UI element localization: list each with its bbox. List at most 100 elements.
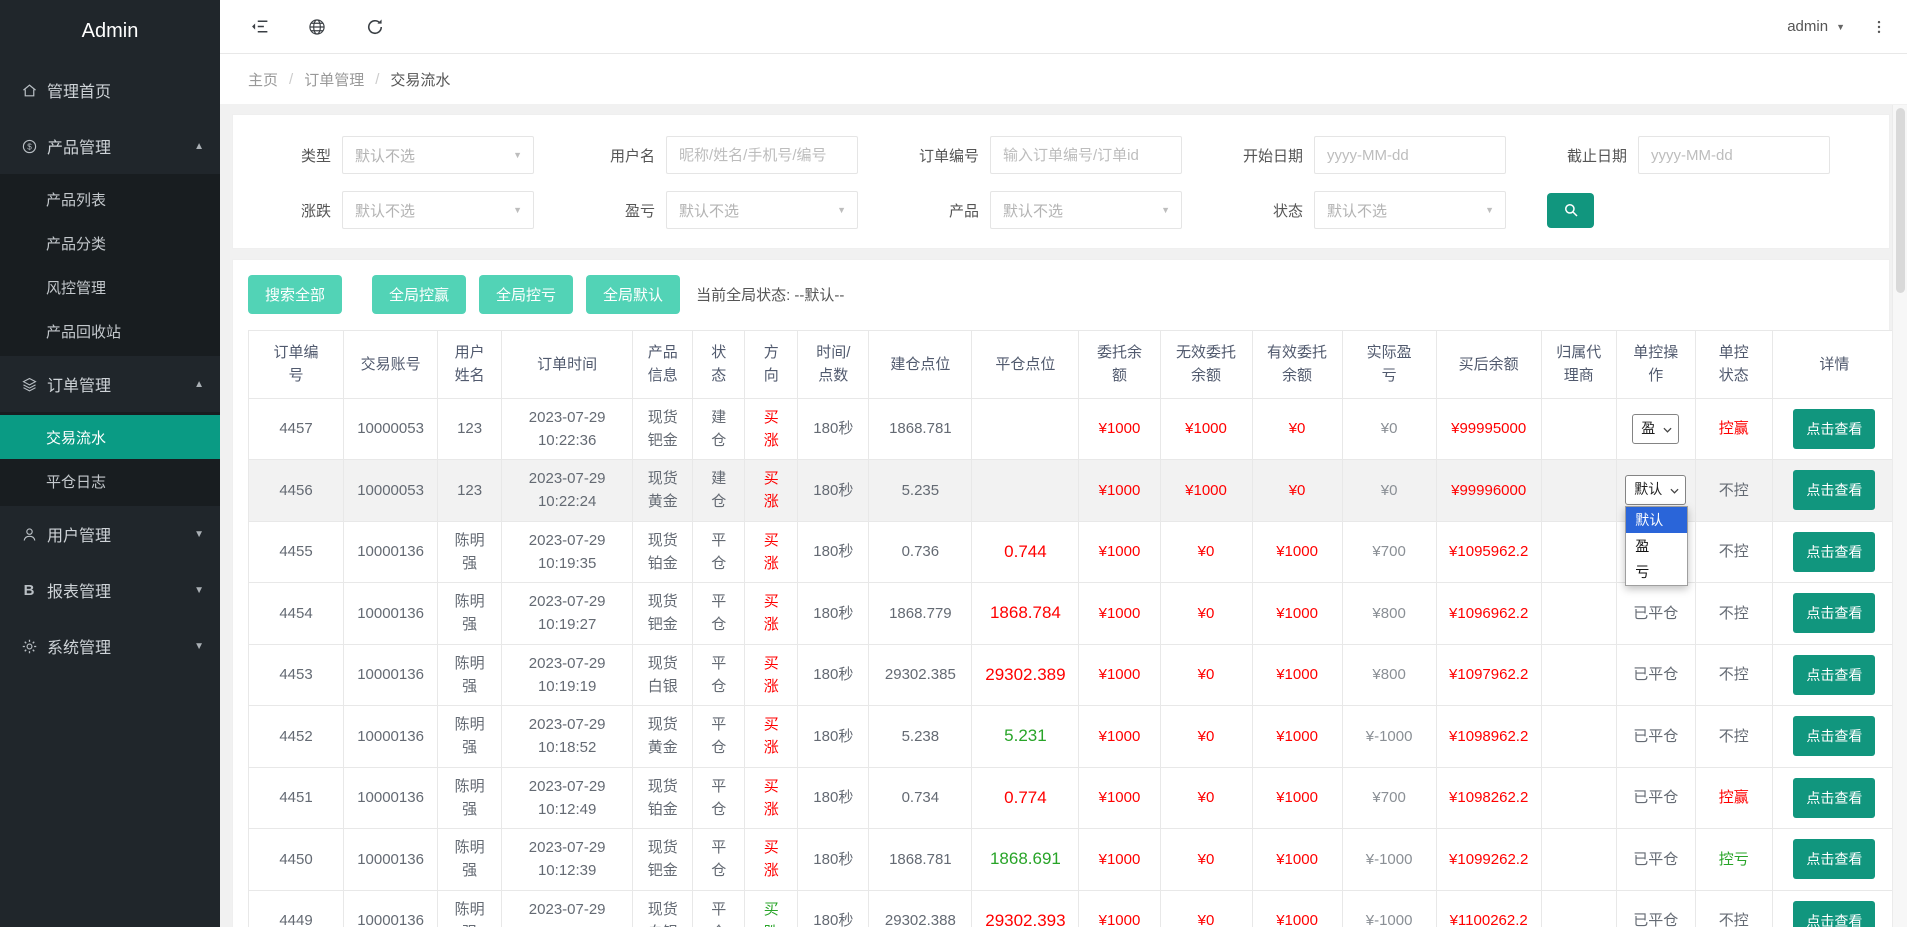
svg-text:$: $	[27, 142, 32, 151]
filter-input-order-no[interactable]	[990, 136, 1182, 174]
cell-user-name: 陈明强	[438, 644, 502, 706]
cell-text: 10000136	[357, 851, 424, 868]
cell-text: ¥0	[1289, 482, 1306, 499]
filter-input-start-date[interactable]	[1314, 136, 1506, 174]
collapse-sidebar-icon[interactable]	[248, 16, 270, 38]
cell-after-balance: ¥1097962.2	[1436, 644, 1541, 706]
cell-order-id: 4451	[249, 767, 344, 829]
detail-button[interactable]: 点击查看	[1793, 901, 1875, 927]
detail-button[interactable]: 点击查看	[1793, 778, 1875, 818]
cell-detail: 点击查看	[1772, 644, 1896, 706]
scrollbar-thumb[interactable]	[1896, 108, 1905, 293]
cell-text: 4456	[279, 482, 312, 499]
detail-button[interactable]: 点击查看	[1793, 839, 1875, 879]
cell-open-point: 29302.388	[869, 890, 972, 927]
cell-text: 陈明强	[454, 713, 486, 760]
dropdown-option[interactable]: 默认	[1626, 507, 1687, 533]
filter-select-profit-loss[interactable]: 默认不选▼	[666, 191, 858, 229]
search-button[interactable]	[1547, 193, 1594, 228]
cell-text: 29302.389	[985, 665, 1065, 684]
global-win-button[interactable]: 全局控赢	[372, 275, 466, 314]
cell-status: 平仓	[693, 644, 745, 706]
cell-text: ¥0	[1198, 728, 1215, 745]
sidebar-item-reports[interactable]: B报表管理▼	[0, 562, 220, 618]
breadcrumb-item[interactable]: 主页	[248, 69, 278, 90]
detail-button[interactable]: 点击查看	[1793, 532, 1875, 572]
filter-select-status[interactable]: 默认不选▼	[1314, 191, 1506, 229]
cell-text: 180秒	[813, 666, 853, 683]
more-options-icon[interactable]	[1869, 17, 1889, 37]
dropdown-option[interactable]: 亏	[1626, 559, 1687, 585]
sidebar-subitem[interactable]: 风控管理	[0, 265, 220, 309]
cell-status: 平仓	[693, 890, 745, 927]
chevron-down-icon: ▼	[513, 150, 522, 160]
sidebar-item-home[interactable]: 管理首页	[0, 62, 220, 118]
filter-input-end-date[interactable]	[1638, 136, 1830, 174]
cell-text: ¥1099262.2	[1449, 851, 1528, 868]
topbar-right: admin ▼	[1787, 17, 1889, 37]
control-select[interactable]: 盈	[1632, 414, 1679, 444]
cell-close-point: 0.774	[972, 767, 1079, 829]
detail-button[interactable]: 点击查看	[1793, 655, 1875, 695]
cell-close-point: 1868.691	[972, 829, 1079, 891]
cell-direction: 买涨	[745, 583, 798, 645]
cell-text: 1868.781	[889, 851, 952, 868]
cell-control-status: 不控	[1695, 583, 1772, 645]
sidebar-subitem[interactable]: 交易流水	[0, 415, 220, 459]
orders-panel: 搜索全部全局控赢全局控亏全局默认当前全局状态: --默认-- 订单编号交易账号用…	[232, 259, 1890, 927]
dropdown-option[interactable]: 盈	[1626, 533, 1687, 559]
cell-detail: 点击查看	[1772, 583, 1896, 645]
sidebar-item-system[interactable]: 系统管理▼	[0, 618, 220, 674]
global-default-button[interactable]: 全局默认	[586, 275, 680, 314]
cell-order-id: 4456	[249, 460, 344, 522]
cell-control-status: 不控	[1695, 460, 1772, 522]
sidebar-submenu-orders: 交易流水平仓日志	[0, 412, 220, 506]
filter-item-type: 类型默认不选▼	[251, 136, 575, 174]
detail-button[interactable]: 点击查看	[1793, 716, 1875, 756]
cell-valid-entrust: ¥1000	[1252, 644, 1342, 706]
filter-select-updown[interactable]: 默认不选▼	[342, 191, 534, 229]
sidebar-subitem[interactable]: 平仓日志	[0, 459, 220, 503]
detail-button[interactable]: 点击查看	[1793, 470, 1875, 510]
cell-text: 180秒	[813, 482, 853, 499]
cell-text: 现货钯金	[647, 406, 679, 453]
cell-text: 建仓	[710, 406, 727, 453]
sidebar-item-products[interactable]: $产品管理▲	[0, 118, 220, 174]
cell-control-op: 已平仓	[1616, 706, 1695, 768]
cell-product: 现货钯金	[633, 583, 693, 645]
main-area: admin ▼ 主页/订单管理/交易流水 类型默认不选▼用户名订单编号开始日期截…	[220, 0, 1907, 927]
cell-text: 买涨	[763, 467, 780, 514]
filter-input-username[interactable]	[666, 136, 858, 174]
detail-button[interactable]: 点击查看	[1793, 409, 1875, 449]
cell-text: 2023-07-29 10:19:27	[529, 593, 606, 633]
column-header: 无效委托余额	[1160, 331, 1252, 399]
sidebar-item-orders[interactable]: 订单管理▲	[0, 356, 220, 412]
breadcrumb-item[interactable]: 订单管理	[304, 69, 364, 90]
sidebar-subitem[interactable]: 产品分类	[0, 221, 220, 265]
chevron-down-icon	[1663, 418, 1672, 440]
sidebar-subitem[interactable]: 产品回收站	[0, 309, 220, 353]
global-lose-button[interactable]: 全局控亏	[479, 275, 573, 314]
refresh-icon[interactable]	[364, 16, 386, 38]
control-select[interactable]: 默认	[1625, 475, 1686, 505]
cell-control-status: 不控	[1695, 644, 1772, 706]
language-globe-icon[interactable]	[306, 16, 328, 38]
detail-button[interactable]: 点击查看	[1793, 593, 1875, 633]
search-all-button[interactable]: 搜索全部	[248, 275, 342, 314]
sidebar-item-users[interactable]: 用户管理▼	[0, 506, 220, 562]
cell-text: ¥1000	[1276, 789, 1318, 806]
filter-select-product[interactable]: 默认不选▼	[990, 191, 1182, 229]
sidebar-item-label: 用户管理	[47, 522, 194, 546]
sidebar-subitem[interactable]: 产品列表	[0, 177, 220, 221]
filter-select-type[interactable]: 默认不选▼	[342, 136, 534, 174]
app-title: Admin	[0, 0, 220, 62]
cell-text: 10000053	[357, 482, 424, 499]
dollar-icon: $	[20, 137, 38, 155]
scrollbar[interactable]	[1892, 105, 1907, 927]
select-value: 默认不选	[1327, 200, 1387, 221]
cell-user-name: 123	[438, 460, 502, 522]
cell-user-name: 陈明强	[438, 767, 502, 829]
user-menu[interactable]: admin ▼	[1787, 18, 1845, 35]
column-header: 有效委托余额	[1252, 331, 1342, 399]
cell-detail: 点击查看	[1772, 460, 1896, 522]
